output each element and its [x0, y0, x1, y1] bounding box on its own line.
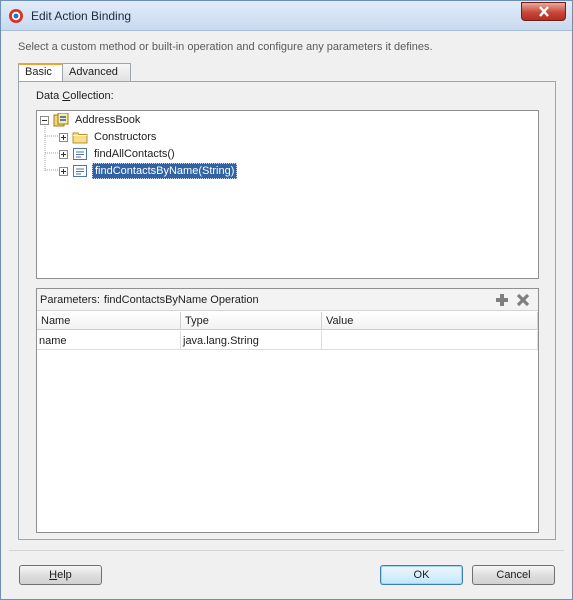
tree-label-root: AddressBook [75, 114, 141, 126]
data-collection-tree[interactable]: AddressBook Constructors findAllContacts… [36, 110, 539, 279]
cancel-button[interactable]: Cancel [472, 565, 555, 585]
cell-name[interactable]: name [37, 331, 181, 350]
delete-parameter-icon[interactable] [515, 292, 531, 308]
column-header-type[interactable]: Type [181, 312, 322, 330]
ok-button[interactable]: OK [380, 565, 463, 585]
collapse-icon[interactable] [40, 115, 49, 125]
method-icon [73, 148, 87, 160]
app-icon [9, 9, 23, 23]
basic-tab-panel: Data Collection: AddressBook Constructor… [18, 81, 556, 540]
method-icon [73, 165, 87, 177]
help-button[interactable]: Help [19, 565, 102, 585]
close-icon [538, 6, 549, 17]
dialog-window: Edit Action Binding Select a custom meth… [0, 0, 573, 600]
tree-label-constructors: Constructors [94, 131, 157, 143]
tree-node-findallcontacts[interactable]: findAllContacts() [59, 146, 177, 162]
tree-node-findcontactsbyname[interactable]: findContactsByName(String) [59, 163, 238, 179]
table-header: Name Type Value [37, 312, 538, 330]
tab-advanced[interactable]: Advanced [62, 63, 131, 81]
tree-label-findcontactsbyname: findContactsByName(String) [92, 163, 238, 179]
parameters-panel: Parameters: findContactsByName Operation … [36, 288, 539, 533]
add-parameter-icon[interactable] [494, 292, 510, 308]
close-button[interactable] [521, 2, 566, 21]
footer-separator [9, 550, 564, 551]
cell-type[interactable]: java.lang.String [181, 331, 322, 350]
window-title: Edit Action Binding [31, 9, 132, 23]
tree-label-findallcontacts: findAllContacts() [94, 148, 175, 160]
dialog-description: Select a custom method or built-in opera… [18, 41, 433, 53]
parameters-header: Parameters: findContactsByName Operation [37, 289, 538, 311]
expand-icon[interactable] [59, 149, 68, 159]
tab-basic[interactable]: Basic [18, 63, 63, 82]
column-header-name[interactable]: Name [37, 312, 181, 330]
expand-icon[interactable] [59, 166, 68, 176]
parameters-title: Parameters: findContactsByName Operation [40, 294, 259, 306]
data-control-icon [53, 113, 69, 127]
data-collection-label: Data Collection: [36, 90, 114, 102]
expand-icon[interactable] [59, 132, 68, 142]
cell-value[interactable] [322, 331, 538, 350]
tree-node-constructors[interactable]: Constructors [59, 129, 158, 145]
tree-node-addressbook[interactable]: AddressBook [40, 112, 142, 128]
table-row[interactable]: name java.lang.String [37, 331, 538, 350]
folder-icon [72, 132, 88, 144]
column-header-value[interactable]: Value [322, 312, 538, 330]
title-bar[interactable]: Edit Action Binding [1, 1, 572, 31]
